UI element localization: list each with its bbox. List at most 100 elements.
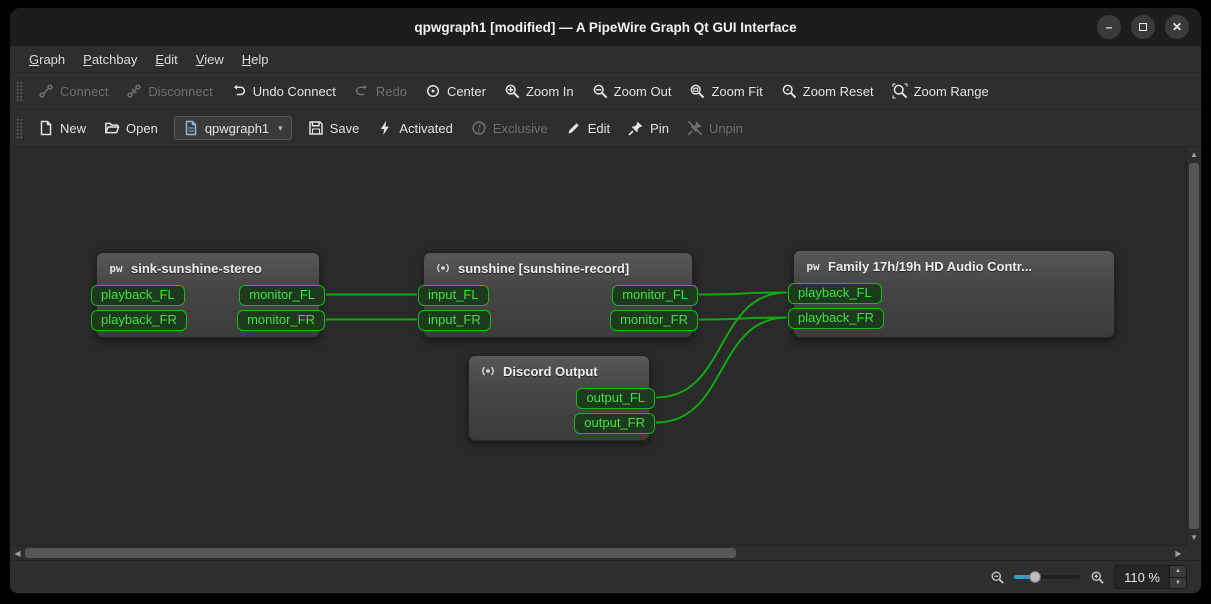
port-playback-fl[interactable]: playback_FL — [788, 283, 882, 304]
node-header: pwsink-sunshine-stereo — [97, 253, 319, 283]
app-audio-icon — [435, 260, 451, 276]
node-title: Family 17h/19h HD Audio Contr... — [828, 259, 1032, 274]
toolbar-center-button[interactable]: Center — [416, 78, 495, 104]
scroll-left-icon[interactable]: ◀ — [10, 546, 25, 560]
port-monitor-fl[interactable]: monitor_FL — [239, 285, 325, 306]
svg-text:f: f — [478, 123, 482, 133]
unpin-icon — [687, 120, 703, 136]
zoom-out-icon — [592, 83, 608, 99]
connect-icon — [38, 83, 54, 99]
toolbar-save-button[interactable]: Save — [299, 115, 369, 141]
redo-icon — [354, 83, 370, 99]
pipewire-icon: pw — [108, 260, 124, 276]
toolbar-zoom-out-button[interactable]: Zoom Out — [583, 78, 681, 104]
port-input-fl[interactable]: input_FL — [418, 285, 489, 306]
node-title: Discord Output — [503, 364, 598, 379]
menu-edit[interactable]: Edit — [146, 48, 186, 71]
new-file-icon — [38, 120, 54, 136]
app-window: qpwgraph1 [modified] — A PipeWire Graph … — [9, 7, 1202, 594]
toolbar-activated-button[interactable]: Activated — [368, 115, 461, 141]
horizontal-scrollbar[interactable]: ◀ ▶ — [10, 545, 1186, 560]
port-playback-fl[interactable]: playback_FL — [91, 285, 185, 306]
node-header: sunshine [sunshine-record] — [424, 253, 692, 283]
window-controls: – ✕ — [1097, 8, 1189, 46]
zoom-spinbox[interactable]: 110 % ▲ ▼ — [1114, 565, 1187, 589]
zoom-fit-icon — [689, 83, 705, 99]
toolbar-connect-button: Connect — [29, 78, 117, 104]
toolbar-zoom-reset-button[interactable]: Zoom Reset — [772, 78, 883, 104]
toolbar-unpin-button: Unpin — [678, 115, 752, 141]
zoom-value[interactable]: 110 % — [1115, 566, 1169, 588]
toolbar-edit-button[interactable]: Edit — [557, 115, 619, 141]
zoom-out-small-icon[interactable] — [989, 569, 1005, 585]
toolbar-main: ConnectDisconnectUndo ConnectRedoCenterZ… — [10, 73, 1201, 110]
zoom-in-small-icon[interactable] — [1089, 569, 1105, 585]
vertical-scrollbar[interactable]: ▲ ▼ — [1186, 147, 1201, 545]
toolbar-zoom-fit-button[interactable]: Zoom Fit — [680, 78, 771, 104]
hscroll-thumb[interactable] — [25, 548, 736, 558]
toolbar-disconnect-button: Disconnect — [117, 78, 221, 104]
scroll-down-icon[interactable]: ▼ — [1187, 530, 1201, 545]
pin-icon — [628, 120, 644, 136]
port-monitor-fr[interactable]: monitor_FR — [610, 310, 698, 331]
edit-icon — [566, 120, 582, 136]
menu-view[interactable]: View — [187, 48, 233, 71]
zoom-slider-handle[interactable] — [1029, 571, 1041, 583]
activated-icon — [377, 120, 393, 136]
spin-up-icon[interactable]: ▲ — [1170, 566, 1186, 578]
exclusive-icon: f — [471, 120, 487, 136]
app-audio-icon — [480, 363, 496, 379]
chevron-down-icon: ▾ — [278, 123, 283, 134]
toolbar-open-button[interactable]: Open — [95, 115, 167, 141]
menu-bar: GraphPatchbayEditViewHelp — [10, 46, 1201, 73]
port-input-fr[interactable]: input_FR — [418, 310, 491, 331]
connections-layer — [10, 147, 1186, 545]
save-icon — [308, 120, 324, 136]
menu-help[interactable]: Help — [233, 48, 278, 71]
toolbar-exclusive-button: fExclusive — [462, 115, 557, 141]
menu-graph[interactable]: Graph — [20, 48, 74, 71]
graph-area[interactable]: pwsink-sunshine-stereoplayback_FLplaybac… — [10, 147, 1186, 545]
zoom-range-icon — [892, 83, 908, 99]
toolbar-handle[interactable] — [16, 118, 23, 138]
disconnect-icon — [126, 83, 142, 99]
menu-patchbay[interactable]: Patchbay — [74, 48, 146, 71]
spin-arrows: ▲ ▼ — [1169, 566, 1186, 588]
close-button[interactable]: ✕ — [1165, 15, 1189, 39]
zoom-slider[interactable] — [1014, 575, 1080, 579]
title-bar[interactable]: qpwgraph1 [modified] — A PipeWire Graph … — [10, 8, 1201, 46]
toolbar-new-button[interactable]: New — [29, 115, 95, 141]
pipewire-icon: pw — [805, 258, 821, 274]
window-title: qpwgraph1 [modified] — A PipeWire Graph … — [414, 20, 796, 35]
port-monitor-fr[interactable]: monitor_FR — [237, 310, 325, 331]
maximize-icon — [1139, 23, 1147, 31]
open-folder-icon — [104, 120, 120, 136]
toolbar-undo-connect-button[interactable]: Undo Connect — [222, 78, 345, 104]
toolbar-handle[interactable] — [16, 81, 23, 101]
minimize-button[interactable]: – — [1097, 15, 1121, 39]
port-playback-fr[interactable]: playback_FR — [91, 310, 187, 331]
status-bar: 110 % ▲ ▼ — [10, 560, 1201, 593]
port-output-fr[interactable]: output_FR — [574, 413, 655, 434]
node-title: sunshine [sunshine-record] — [458, 261, 629, 276]
scroll-right-icon[interactable]: ▶ — [1171, 546, 1186, 560]
maximize-button[interactable] — [1131, 15, 1155, 39]
toolbar-qpwgraph1-combo[interactable]: qpwgraph1▾ — [174, 116, 292, 140]
port-output-fl[interactable]: output_FL — [576, 388, 655, 409]
node-discord[interactable]: Discord Outputoutput_FLoutput_FR — [468, 355, 650, 441]
node-header: Discord Output — [469, 356, 649, 386]
port-playback-fr[interactable]: playback_FR — [788, 308, 884, 329]
spin-down-icon[interactable]: ▼ — [1170, 578, 1186, 589]
toolbar-pin-button[interactable]: Pin — [619, 115, 678, 141]
port-monitor-fl[interactable]: monitor_FL — [612, 285, 698, 306]
scroll-up-icon[interactable]: ▲ — [1187, 147, 1201, 162]
vscroll-thumb[interactable] — [1189, 163, 1199, 529]
toolbar-zoom-range-button[interactable]: Zoom Range — [883, 78, 998, 104]
center-icon — [425, 83, 441, 99]
node-sink[interactable]: pwsink-sunshine-stereoplayback_FLplaybac… — [96, 252, 320, 338]
node-sunshine[interactable]: sunshine [sunshine-record]input_FLinput_… — [423, 252, 693, 338]
vscroll-track — [1187, 162, 1201, 530]
node-header: pw Family 17h/19h HD Audio Contr... — [794, 251, 1114, 281]
toolbar-zoom-in-button[interactable]: Zoom In — [495, 78, 583, 104]
node-family[interactable]: pwFamily 17h/19h HD Audio Contr...playba… — [793, 250, 1115, 338]
